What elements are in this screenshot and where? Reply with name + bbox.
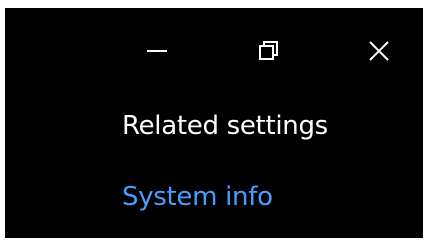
system-info-link[interactable]: System info [122, 180, 273, 214]
minimize-button[interactable] [127, 14, 187, 88]
settings-window: Related settings System info [5, 8, 423, 238]
restore-button[interactable] [239, 14, 299, 88]
related-settings-heading: Related settings [122, 111, 328, 141]
minimize-icon [147, 50, 167, 52]
restore-icon [259, 41, 278, 60]
close-icon [369, 41, 389, 61]
close-button[interactable] [349, 14, 409, 88]
